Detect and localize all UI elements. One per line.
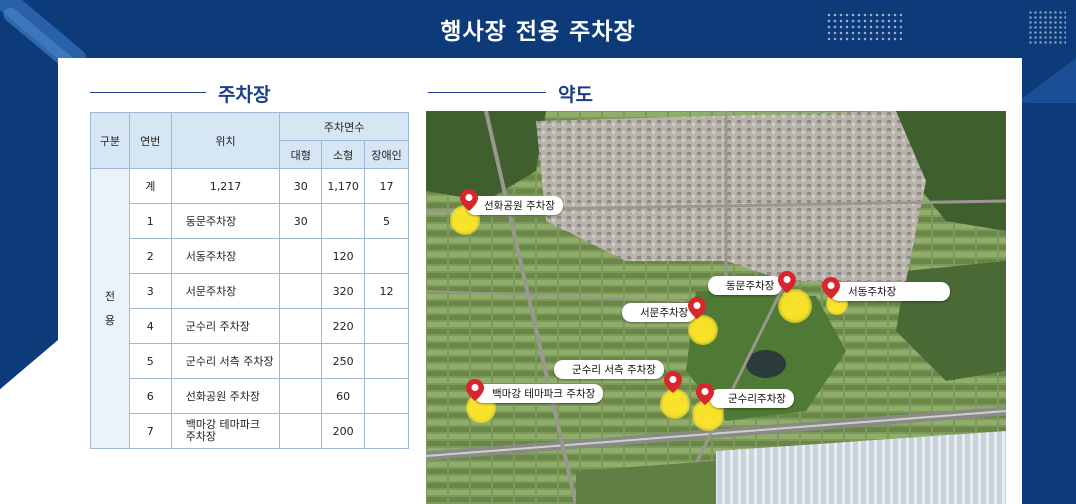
header-num: 연번 [128,112,172,169]
num-cell: 계 [128,168,172,204]
disabled-cell: 17 [364,168,409,204]
large-cell: 30 [279,168,323,204]
large-cell [279,378,323,414]
disabled-cell [364,308,409,344]
large-cell [279,413,323,449]
section-divider [90,92,206,93]
large-cell [279,238,323,274]
location-cell: 군수리 주차장 [170,308,281,344]
header-large: 대형 [279,140,323,169]
section-divider [428,92,546,93]
num-cell: 1 [128,203,172,239]
large-cell [279,308,323,344]
map-pin-icon [696,383,714,405]
map-pin-icon [822,277,840,299]
disabled-cell: 5 [364,203,409,239]
location-cell: 1,217 [170,168,281,204]
map-label-gunsuri-west: 군수리 서측 주차장 [554,360,664,379]
map-pin-icon [688,297,706,319]
map-image: 선화공원 주차장 동문주차장 서동주차장 서문주차장 군수리 서측 주차장 백마… [426,111,1006,504]
small-cell: 1,170 [321,168,366,204]
small-cell: 250 [321,343,366,379]
page-title: 행사장 전용 주차장 [440,19,636,45]
location-cell: 서문주차장 [170,273,281,309]
map-label-seodong: 서동주차장 [830,282,950,301]
location-cell: 백마강 테마파크 주차장 [170,413,281,449]
map-label-dongmun: 동문주차장 [708,276,783,295]
small-cell: 220 [321,308,366,344]
map-pin-icon [460,189,478,211]
num-cell: 5 [128,343,172,379]
map-pin-icon [778,271,796,293]
map-label-seonhwa: 선화공원 주차장 [466,196,563,215]
disabled-cell [364,378,409,414]
map-label-gunsuri: 군수리주차장 [710,389,794,408]
num-cell: 3 [128,273,172,309]
parking-spot-marker [778,289,812,323]
header-spaces: 주차면수 [279,112,409,141]
small-cell: 320 [321,273,366,309]
parking-table: 구분 연번 위치 주차면수 대형 소형 장애인 전 용 계 1,217 30 1,170… [90,112,409,449]
num-cell: 2 [128,238,172,274]
small-cell: 60 [321,378,366,414]
parking-spot-marker [660,389,690,419]
disabled-cell [364,343,409,379]
small-cell: 200 [321,413,366,449]
satellite-map [426,111,1006,504]
table-row: 6 선화공원 주차장 60 [91,378,409,414]
location-cell: 선화공원 주차장 [170,378,281,414]
header-location: 위치 [170,112,281,169]
table-row: 3 서문주차장 320 12 [91,273,409,309]
parking-section-title: 주차장 [218,84,271,106]
decor-wedge [1016,58,1076,103]
location-cell: 동문주차장 [170,203,281,239]
location-cell: 서동주차장 [170,238,281,274]
header-gubun: 구분 [90,112,130,169]
gubun-cell: 전 용 [90,168,130,449]
large-cell [279,273,323,309]
table-row: 1 동문주차장 30 5 [91,203,409,239]
disabled-cell: 12 [364,273,409,309]
num-cell: 4 [128,308,172,344]
disabled-cell [364,238,409,274]
large-cell [279,343,323,379]
disabled-cell [364,413,409,449]
num-cell: 7 [128,413,172,449]
map-section-title: 약도 [558,84,593,106]
table-row: 2 서동주차장 120 [91,238,409,274]
map-label-seomun: 서문주차장 [622,303,697,322]
table-row: 5 군수리 서측 주차장 250 [91,343,409,379]
small-cell [321,203,366,239]
map-label-baekmagang: 백마강 테마파크 주차장 [474,384,604,403]
large-cell: 30 [279,203,323,239]
small-cell: 120 [321,238,366,274]
table-row: 전 용 계 1,217 30 1,170 17 [90,168,409,449]
map-pin-icon [466,379,484,401]
table-row: 7 백마강 테마파크 주차장 200 [91,413,409,449]
location-cell: 군수리 서측 주차장 [170,343,281,379]
num-cell: 6 [128,378,172,414]
header-small: 소형 [321,140,366,169]
map-pin-icon [664,371,682,393]
header-disabled: 장애인 [364,140,409,169]
table-row: 4 군수리 주차장 220 [91,308,409,344]
